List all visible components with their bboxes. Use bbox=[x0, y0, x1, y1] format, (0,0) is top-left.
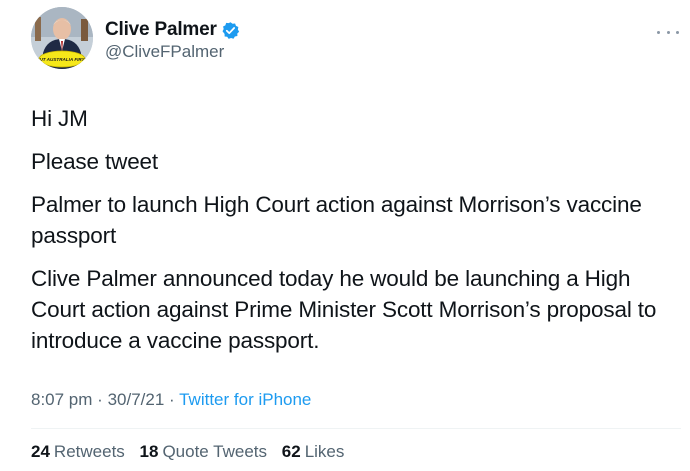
divider bbox=[31, 428, 681, 429]
engagement-stats: 24 Retweets 18 Quote Tweets 62 Likes bbox=[31, 442, 354, 462]
tweet-paragraph: Palmer to launch High Court action again… bbox=[31, 192, 642, 248]
meta-separator: · bbox=[97, 390, 108, 409]
dot bbox=[666, 30, 670, 34]
verified-badge-icon bbox=[221, 21, 240, 40]
more-options-icon[interactable] bbox=[657, 27, 679, 37]
quote-tweets-stat[interactable]: 18 Quote Tweets bbox=[140, 442, 268, 461]
tweet-metadata: 8:07 pm · 30/7/21 · Twitter for iPhone bbox=[31, 390, 311, 410]
avatar-badge-text: PUT AUSTRALIA FIRST bbox=[36, 57, 88, 62]
retweets-stat[interactable]: 24 Retweets bbox=[31, 442, 125, 461]
tweet-paragraph: Hi JM bbox=[31, 106, 88, 131]
display-name[interactable]: Clive Palmer bbox=[105, 19, 217, 41]
tweet-time[interactable]: 8:07 pm bbox=[31, 390, 92, 409]
avatar-image: PUT AUSTRALIA FIRST bbox=[31, 7, 93, 69]
meta-separator: · bbox=[169, 390, 180, 409]
avatar[interactable]: PUT AUSTRALIA FIRST bbox=[31, 7, 93, 69]
author-handle[interactable]: @CliveFPalmer bbox=[105, 42, 224, 62]
dot bbox=[657, 30, 660, 34]
likes-stat[interactable]: 62 Likes bbox=[282, 442, 345, 461]
dot bbox=[676, 30, 679, 34]
tweet-paragraph: Clive Palmer announced today he would be… bbox=[31, 266, 657, 353]
quote-tweets-count: 18 bbox=[139, 442, 159, 461]
tweet-card: PUT AUSTRALIA FIRST Clive Palmer @CliveF… bbox=[0, 0, 690, 471]
author-name-row: Clive Palmer bbox=[105, 19, 240, 41]
retweets-count: 24 bbox=[31, 442, 50, 461]
tweet-source-link[interactable]: Twitter for iPhone bbox=[179, 390, 311, 409]
tweet-text: Hi JM Please tweet Palmer to launch High… bbox=[31, 103, 681, 368]
tweet-date[interactable]: 30/7/21 bbox=[108, 390, 165, 409]
tweet-paragraph: Please tweet bbox=[31, 149, 159, 174]
likes-count: 62 bbox=[281, 442, 301, 461]
quote-tweets-label: Quote Tweets bbox=[162, 442, 268, 461]
likes-label: Likes bbox=[304, 442, 345, 461]
retweets-label: Retweets bbox=[53, 442, 125, 461]
